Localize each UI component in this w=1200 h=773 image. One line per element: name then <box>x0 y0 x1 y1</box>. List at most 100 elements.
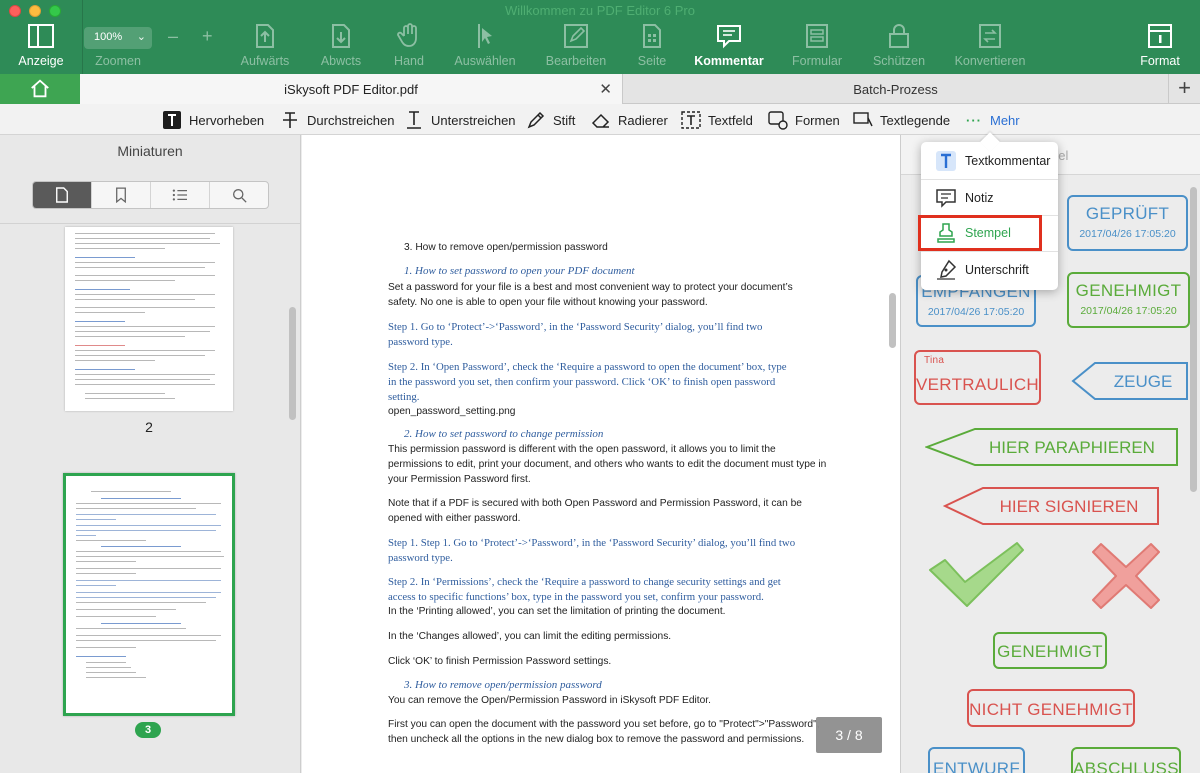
stamp-nicht-genehmigt[interactable]: NICHT GENEHMIGT <box>967 689 1135 727</box>
toolbar-divider <box>82 0 83 74</box>
zoom-in-button[interactable]: + <box>202 26 213 47</box>
page-number-3-badge: 3 <box>135 722 161 738</box>
menu-item-label: Notiz <box>965 191 994 205</box>
stamp-panel-scrollbar[interactable] <box>1190 187 1197 492</box>
menu-item-stempel[interactable]: Stempel <box>918 215 1042 251</box>
stamp-hier-paraphieren[interactable]: HIER PARAPHIEREN <box>925 427 1180 467</box>
stamp-label: GEPRÜFT <box>1085 204 1170 223</box>
durchstreichen-tool[interactable]: Durchstreichen <box>280 109 394 131</box>
document-heading: 2. How to set password to change permiss… <box>404 428 604 440</box>
formen-label: Formen <box>795 112 840 128</box>
hand-label: Hand <box>394 54 424 68</box>
konvertieren-button[interactable]: Konvertieren <box>950 22 1030 68</box>
textfeld-tool[interactable]: Textfeld <box>681 109 753 131</box>
highlight-icon <box>163 111 181 129</box>
sidebar-scrollbar[interactable] <box>289 307 296 420</box>
seite-label: Seite <box>637 54 667 68</box>
select-cursor-icon <box>478 24 492 48</box>
hand-button[interactable]: Hand <box>369 22 449 68</box>
page-number-2: 2 <box>145 419 153 435</box>
menu-item-notiz[interactable]: Notiz <box>921 180 1058 216</box>
zoom-value: 100% <box>94 31 123 43</box>
checkmark-stamp-icon[interactable] <box>927 540 1027 610</box>
stamp-date: 2017/04/26 17:05:20 <box>927 306 1025 318</box>
document-line: your Permission Password first. <box>388 474 531 485</box>
bearbeiten-button[interactable]: Bearbeiten <box>536 22 616 68</box>
textbox-icon <box>681 111 701 129</box>
stamp-vertraulich[interactable]: Tina VERTRAULICH <box>914 350 1041 405</box>
formular-button[interactable]: Formular <box>777 22 857 68</box>
document-line: Click ‘OK’ to finish Permission Password… <box>388 656 612 667</box>
document-heading: 1. How to set password to open your PDF … <box>404 265 635 277</box>
document-line: then uncheck all the options in the new … <box>388 734 805 745</box>
document-tab-title: iSkysoft PDF Editor.pdf <box>284 82 418 97</box>
mehr-label: Mehr <box>990 112 1020 128</box>
stift-tool[interactable]: Stift <box>526 109 575 131</box>
document-line: access to specific functions’ box, type … <box>388 591 764 603</box>
stamp-entwurf[interactable]: ENTWURF <box>928 747 1025 773</box>
page-icon <box>56 187 68 203</box>
document-scrollbar[interactable] <box>889 293 896 348</box>
mehr-button[interactable]: ··· Mehr <box>966 109 1020 131</box>
comment-icon <box>717 25 741 49</box>
home-tab[interactable] <box>0 74 80 104</box>
document-line: Note that if a PDF is secured with both … <box>388 498 802 509</box>
add-tab-button[interactable]: + <box>1168 74 1200 104</box>
stamp-hier-signieren[interactable]: HIER SIGNIEREN <box>943 486 1161 526</box>
strikethrough-icon <box>283 112 297 128</box>
search-view-button[interactable] <box>210 182 268 208</box>
unterstreichen-tool[interactable]: Unterstreichen <box>404 109 516 131</box>
bookmarks-view-button[interactable] <box>92 182 151 208</box>
format-label: Format <box>1140 54 1180 68</box>
page-thumbnail-2[interactable] <box>65 227 233 411</box>
stamp-date: 2017/04/26 17:05:20 <box>1079 228 1176 240</box>
auswaehlen-button[interactable]: Auswählen <box>445 22 525 68</box>
tab-batch-process[interactable]: Batch-Prozess <box>623 74 1168 104</box>
menu-item-label: Textkommentar <box>965 154 1051 168</box>
document-view: 3. How to remove open/permission passwor… <box>302 135 900 773</box>
stamp-abschluss[interactable]: ABSCHLUSS <box>1071 747 1181 773</box>
zoom-select[interactable]: 100% ⌄ <box>84 27 152 49</box>
stamp-label: GENEHMIGT <box>997 642 1103 661</box>
note-icon <box>936 189 956 208</box>
cross-stamp-icon[interactable] <box>1091 542 1161 610</box>
document-line: Set a password for your file is a best a… <box>388 282 793 293</box>
radierer-tool[interactable]: Radierer <box>591 109 668 131</box>
sidebar-divider <box>0 223 300 224</box>
zoom-out-button[interactable]: – <box>168 26 178 47</box>
formen-tool[interactable]: Formen <box>768 109 840 131</box>
menu-item-unterschrift[interactable]: Unterschrift <box>921 252 1058 288</box>
main-toolbar: Willkommen zu PDF Editor 6 Pro Anzeige 1… <box>0 0 1200 74</box>
document-line: 3. How to remove open/permission passwor… <box>404 242 608 253</box>
close-tab-icon[interactable]: ✕ <box>599 80 612 98</box>
sidebar-view-switcher <box>32 181 269 209</box>
thumbnails-view-button[interactable] <box>33 182 92 208</box>
hervorheben-tool[interactable]: Hervorheben <box>162 109 264 131</box>
tab-document[interactable]: iSkysoft PDF Editor.pdf ✕ <box>80 74 623 104</box>
stamp-genehmigt-dated[interactable]: GENEHMIGT 2017/04/26 17:05:20 <box>1067 272 1190 328</box>
kommentar-button[interactable]: Kommentar <box>689 22 769 68</box>
document-line: safety. No one is able to open your file… <box>388 297 708 308</box>
stamp-geprueft[interactable]: GEPRÜFT 2017/04/26 17:05:20 <box>1067 195 1188 251</box>
schuetzen-label: Schützen <box>872 54 926 68</box>
menu-item-textkommentar[interactable]: Textkommentar <box>921 143 1058 179</box>
textlegende-tool[interactable]: Textlegende <box>853 109 950 131</box>
more-menu-popup: Textkommentar Notiz Stempel Unterschrift <box>918 132 1058 290</box>
aufwaerts-button[interactable]: Aufwärts <box>225 22 305 68</box>
schuetzen-button[interactable]: Schützen <box>859 22 939 68</box>
seite-button[interactable]: Seite <box>612 22 692 68</box>
document-line: In the ‘Printing allowed’, you can set t… <box>388 606 726 617</box>
stamp-genehmigt[interactable]: GENEHMIGT <box>993 632 1107 669</box>
page-thumbnail-3-selected[interactable] <box>63 473 235 716</box>
annotation-toolbar: Hervorheben Durchstreichen Unterstreiche… <box>0 104 1200 135</box>
page-icon <box>643 24 661 48</box>
underline-icon <box>407 111 421 129</box>
document-line: open_password_setting.png <box>388 406 516 417</box>
outline-view-button[interactable] <box>151 182 210 208</box>
stamp-label: ENTWURF <box>932 759 1021 773</box>
radierer-label: Radierer <box>618 112 668 128</box>
edit-pencil-icon <box>564 24 588 48</box>
anzeige-button[interactable]: Anzeige <box>1 22 81 68</box>
stamp-zeuge[interactable]: ZEUGE <box>1071 361 1189 401</box>
format-button[interactable]: Format <box>1120 22 1200 68</box>
